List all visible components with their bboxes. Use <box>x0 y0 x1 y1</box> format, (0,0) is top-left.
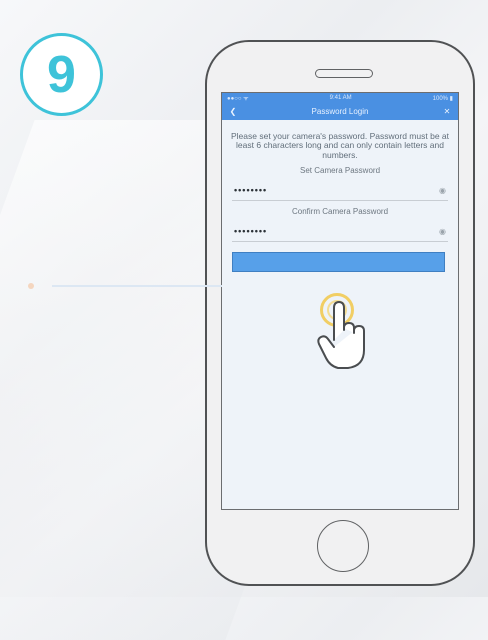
status-signal: ●●○○ ᯤ <box>227 96 249 102</box>
status-battery: 100% ▮ <box>432 95 453 102</box>
password-instructions: Please set your camera's password. Passw… <box>231 131 449 160</box>
nav-title: Password Login <box>311 107 369 116</box>
home-button <box>317 520 369 572</box>
set-password-value: •••••••• <box>234 185 268 196</box>
nav-bar: ❮ Password Login ✕ <box>222 103 458 120</box>
hint-line <box>52 285 222 287</box>
step-badge: 9 <box>20 33 103 116</box>
confirm-password-value: •••••••• <box>234 226 268 237</box>
confirm-password-field[interactable]: •••••••• ◉ <box>232 221 448 243</box>
set-password-label: Set Camera Password <box>299 166 381 176</box>
close-icon[interactable]: ✕ <box>441 107 453 116</box>
show-password-icon[interactable]: ◉ <box>439 186 446 195</box>
set-password-field[interactable]: •••••••• ◉ <box>232 180 448 202</box>
phone-speaker <box>315 69 373 78</box>
back-arrow-icon[interactable]: ❮ <box>227 107 239 116</box>
status-bar: ●●○○ ᯤ 9:41 AM 100% ▮ <box>222 93 458 103</box>
confirm-button[interactable] <box>232 252 445 273</box>
hand-pointer-icon <box>317 301 365 369</box>
step-number: 9 <box>47 45 76 104</box>
status-time: 9:41 AM <box>329 95 352 101</box>
show-confirm-password-icon[interactable]: ◉ <box>439 227 446 236</box>
hint-dot <box>28 283 34 289</box>
confirm-password-label: Confirm Camera Password <box>291 207 389 217</box>
